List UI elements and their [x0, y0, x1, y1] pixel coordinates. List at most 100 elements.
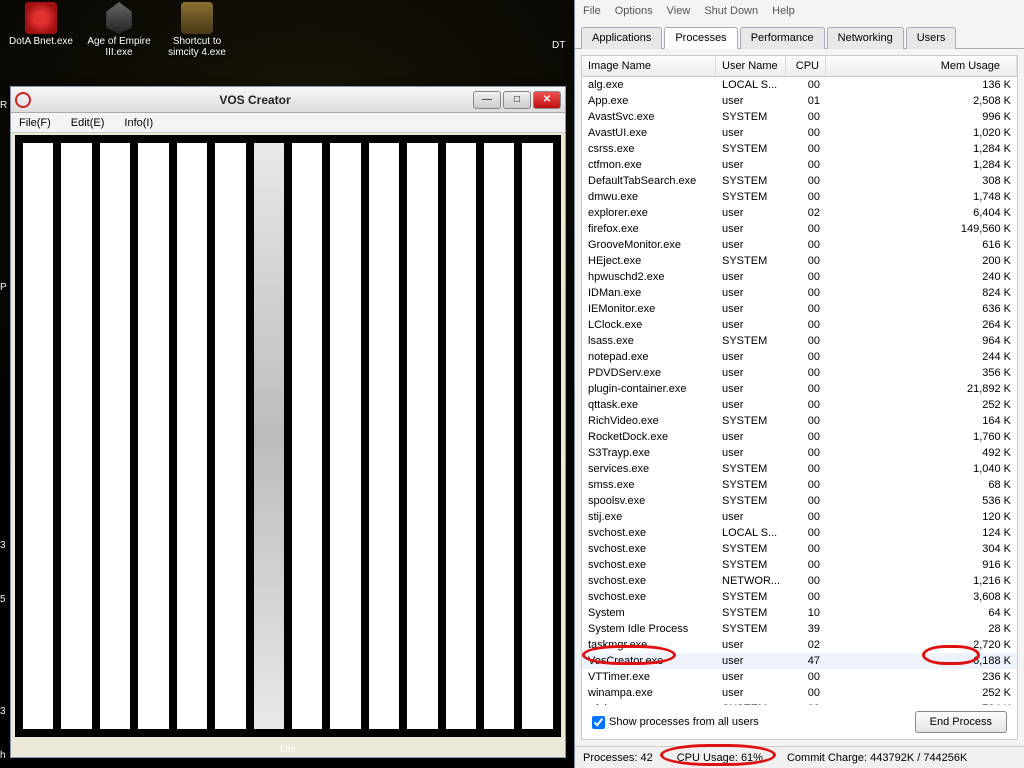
- tab-users[interactable]: Users: [906, 27, 957, 49]
- tm-menu-options[interactable]: Options: [615, 5, 653, 17]
- table-row[interactable]: RichVideo.exeSYSTEM00164 K: [582, 413, 1017, 429]
- end-process-button[interactable]: End Process: [915, 711, 1007, 733]
- desktop-icon-age-of-empire-iii-exe[interactable]: Age of Empire III.exe: [84, 2, 154, 58]
- table-row[interactable]: VosCreator.exeuser476,188 K: [582, 653, 1017, 669]
- cell-mem: 149,560 K: [826, 223, 1017, 235]
- table-row[interactable]: AvastUI.exeuser001,020 K: [582, 125, 1017, 141]
- table-row[interactable]: stij.exeuser00120 K: [582, 509, 1017, 525]
- cell-cpu: 00: [786, 383, 826, 395]
- col-image-name[interactable]: Image Name: [582, 56, 716, 76]
- table-row[interactable]: services.exeSYSTEM001,040 K: [582, 461, 1017, 477]
- vos-lane-9[interactable]: [367, 141, 401, 731]
- table-row[interactable]: VTTimer.exeuser00236 K: [582, 669, 1017, 685]
- table-row[interactable]: LClock.exeuser00264 K: [582, 317, 1017, 333]
- cell-user-name: SYSTEM: [716, 559, 786, 571]
- table-row[interactable]: lsass.exeSYSTEM00964 K: [582, 333, 1017, 349]
- table-row[interactable]: svchost.exeSYSTEM003,608 K: [582, 589, 1017, 605]
- table-row[interactable]: dmwu.exeSYSTEM001,748 K: [582, 189, 1017, 205]
- table-row[interactable]: IEMonitor.exeuser00636 K: [582, 301, 1017, 317]
- vos-canvas[interactable]: [15, 135, 561, 737]
- table-row[interactable]: csrss.exeSYSTEM001,284 K: [582, 141, 1017, 157]
- vos-lane-6[interactable]: [252, 141, 286, 731]
- tab-applications[interactable]: Applications: [581, 27, 662, 49]
- table-row[interactable]: HEject.exeSYSTEM00200 K: [582, 253, 1017, 269]
- vos-lane-8[interactable]: [328, 141, 362, 731]
- cell-mem: 6,404 K: [826, 207, 1017, 219]
- vos-lane-5[interactable]: [213, 141, 247, 731]
- vos-creator-window: VOS Creator — □ ✕ File(F) Edit(E) Info(I…: [10, 86, 566, 758]
- table-row[interactable]: notepad.exeuser00244 K: [582, 349, 1017, 365]
- table-row[interactable]: taskmgr.exeuser022,720 K: [582, 637, 1017, 653]
- tab-processes[interactable]: Processes: [664, 27, 737, 49]
- status-cpu: CPU Usage: 61%: [677, 752, 763, 764]
- table-row[interactable]: S3Trayp.exeuser00492 K: [582, 445, 1017, 461]
- vos-titlebar[interactable]: VOS Creator — □ ✕: [11, 87, 565, 113]
- vos-lane-12[interactable]: [482, 141, 516, 731]
- table-row[interactable]: System Idle ProcessSYSTEM3928 K: [582, 621, 1017, 637]
- vos-lane-13[interactable]: [520, 141, 554, 731]
- tab-networking[interactable]: Networking: [827, 27, 904, 49]
- table-row[interactable]: plugin-container.exeuser0021,892 K: [582, 381, 1017, 397]
- vos-lane-4[interactable]: [175, 141, 209, 731]
- col-mem-usage[interactable]: Mem Usage: [826, 56, 1017, 76]
- table-row[interactable]: alg.exeLOCAL S...00136 K: [582, 77, 1017, 93]
- tm-menubar: File Options View Shut Down Help: [575, 0, 1024, 22]
- table-row[interactable]: GrooveMonitor.exeuser00616 K: [582, 237, 1017, 253]
- minimize-button[interactable]: —: [473, 91, 501, 109]
- table-row[interactable]: ctfmon.exeuser001,284 K: [582, 157, 1017, 173]
- tm-process-list[interactable]: alg.exeLOCAL S...00136 KApp.exeuser012,5…: [582, 77, 1017, 705]
- col-cpu[interactable]: CPU: [786, 56, 826, 76]
- vos-lane-1[interactable]: [59, 141, 93, 731]
- table-row[interactable]: firefox.exeuser00149,560 K: [582, 221, 1017, 237]
- tm-menu-help[interactable]: Help: [772, 5, 795, 17]
- vos-lane-7[interactable]: [290, 141, 324, 731]
- show-all-users-check[interactable]: Show processes from all users: [592, 716, 759, 729]
- show-all-users-checkbox[interactable]: [592, 716, 605, 729]
- table-row[interactable]: winampa.exeuser00252 K: [582, 685, 1017, 701]
- cell-user-name: SYSTEM: [716, 415, 786, 427]
- cell-user-name: SYSTEM: [716, 543, 786, 555]
- table-row[interactable]: IDMan.exeuser00824 K: [582, 285, 1017, 301]
- cell-cpu: 00: [786, 159, 826, 171]
- desktop-icon-shortcut-to-simcity-4-exe[interactable]: Shortcut to simcity 4.exe: [162, 2, 232, 58]
- vos-lane-2[interactable]: [98, 141, 132, 731]
- table-row[interactable]: smss.exeSYSTEM0068 K: [582, 477, 1017, 493]
- cell-cpu: 02: [786, 639, 826, 651]
- tm-menu-shutdown[interactable]: Shut Down: [704, 5, 758, 17]
- tm-status-bar: Processes: 42 CPU Usage: 61% Commit Char…: [575, 746, 1024, 768]
- vos-lane-3[interactable]: [136, 141, 170, 731]
- col-user-name[interactable]: User Name: [716, 56, 786, 76]
- table-row[interactable]: SystemSYSTEM1064 K: [582, 605, 1017, 621]
- vos-menu-edit[interactable]: Edit(E): [67, 115, 109, 131]
- tab-performance[interactable]: Performance: [740, 27, 825, 49]
- cell-image-name: System: [582, 607, 716, 619]
- table-row[interactable]: App.exeuser012,508 K: [582, 93, 1017, 109]
- table-row[interactable]: hpwuschd2.exeuser00240 K: [582, 269, 1017, 285]
- cell-mem: 996 K: [826, 111, 1017, 123]
- table-row[interactable]: RocketDock.exeuser001,760 K: [582, 429, 1017, 445]
- cell-cpu: 00: [786, 79, 826, 91]
- table-row[interactable]: PDVDServ.exeuser00356 K: [582, 365, 1017, 381]
- cell-user-name: user: [716, 351, 786, 363]
- table-row[interactable]: spoolsv.exeSYSTEM00536 K: [582, 493, 1017, 509]
- table-row[interactable]: explorer.exeuser026,404 K: [582, 205, 1017, 221]
- vos-menu-info[interactable]: Info(I): [120, 115, 157, 131]
- table-row[interactable]: DefaultTabSearch.exeSYSTEM00308 K: [582, 173, 1017, 189]
- vos-lane-11[interactable]: [444, 141, 478, 731]
- tm-menu-file[interactable]: File: [583, 5, 601, 17]
- table-row[interactable]: qttask.exeuser00252 K: [582, 397, 1017, 413]
- table-row[interactable]: svchost.exeLOCAL S...00124 K: [582, 525, 1017, 541]
- cell-user-name: SYSTEM: [716, 623, 786, 635]
- vos-menu-file[interactable]: File(F): [15, 115, 55, 131]
- table-row[interactable]: svchost.exeSYSTEM00304 K: [582, 541, 1017, 557]
- tm-menu-view[interactable]: View: [667, 5, 691, 17]
- vos-lane-10[interactable]: [405, 141, 439, 731]
- desktop-icon-dota-bnet-exe[interactable]: DotA Bnet.exe: [6, 2, 76, 47]
- maximize-button[interactable]: □: [503, 91, 531, 109]
- cell-cpu: 47: [786, 655, 826, 667]
- vos-lane-0[interactable]: [21, 141, 55, 731]
- close-button[interactable]: ✕: [533, 91, 561, 109]
- table-row[interactable]: AvastSvc.exeSYSTEM00996 K: [582, 109, 1017, 125]
- table-row[interactable]: svchost.exeSYSTEM00916 K: [582, 557, 1017, 573]
- table-row[interactable]: svchost.exeNETWOR...001,216 K: [582, 573, 1017, 589]
